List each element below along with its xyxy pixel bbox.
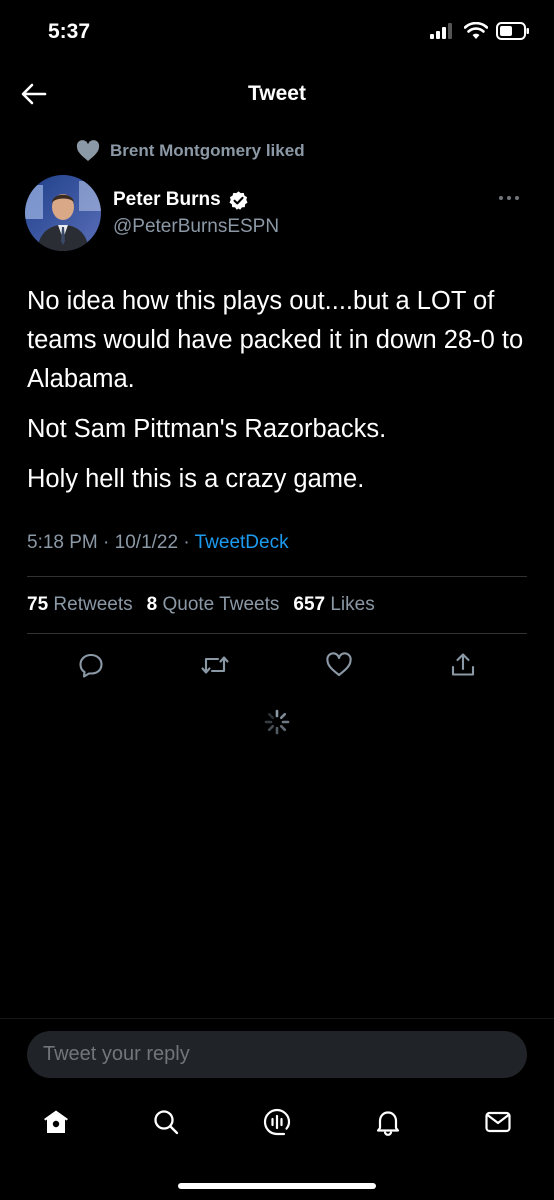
status-icons — [430, 22, 530, 40]
retweets-label: Retweets — [53, 594, 133, 615]
home-icon — [44, 1110, 68, 1133]
author-handle[interactable]: @PeterBurnsESPN — [113, 216, 279, 238]
messages-icon — [485, 1111, 511, 1133]
retweet-icon — [201, 656, 229, 674]
retweet-button[interactable] — [198, 648, 232, 682]
battery-icon — [496, 22, 529, 40]
tweet-text: No idea how this plays out....but a LOT … — [27, 282, 532, 510]
tweet-paragraph: Holy hell this is a crazy game. — [27, 465, 365, 493]
author-name: Peter Burns — [113, 189, 221, 210]
tweet-stats: 75 Retweets 8 Quote Tweets 657 Likes — [27, 594, 375, 616]
divider — [27, 633, 527, 634]
tab-messages[interactable] — [478, 1100, 518, 1144]
reply-icon — [79, 653, 103, 678]
tweet-time: 5:18 PM — [27, 532, 98, 553]
meta-separator: · — [183, 532, 190, 553]
tab-home[interactable] — [36, 1100, 76, 1144]
tweet-date: 10/1/22 — [114, 532, 179, 553]
tweet-actions — [0, 648, 554, 682]
retweets-count: 75 — [27, 594, 49, 615]
more-icon — [499, 196, 519, 200]
verified-icon — [229, 190, 248, 210]
likes-stat[interactable]: 657 Likes — [293, 594, 374, 616]
meta-separator: · — [103, 532, 110, 553]
signal-icon — [430, 23, 452, 39]
share-button[interactable] — [446, 648, 480, 682]
reply-input[interactable] — [27, 1031, 527, 1078]
like-button[interactable] — [322, 648, 356, 682]
notifications-icon — [376, 1111, 400, 1136]
loading-spinner-icon — [264, 709, 290, 735]
like-icon — [326, 652, 352, 677]
divider — [0, 1018, 554, 1019]
tweet-paragraph: No idea how this plays out....but a LOT … — [27, 287, 524, 393]
likes-label: Likes — [330, 594, 375, 615]
search-icon — [154, 1110, 179, 1135]
tab-spaces[interactable] — [257, 1100, 297, 1144]
status-time: 5:37 — [48, 20, 91, 43]
more-options-button[interactable] — [494, 189, 524, 207]
avatar-image — [25, 175, 101, 251]
spaces-icon — [263, 1108, 291, 1136]
quotes-label: Quote Tweets — [162, 594, 280, 615]
tweet-paragraph: Not Sam Pittman's Razorbacks. — [27, 415, 387, 443]
home-indicator — [178, 1183, 376, 1189]
social-context-text: Brent Montgomery liked — [110, 141, 305, 160]
tab-search[interactable] — [146, 1100, 186, 1144]
bottom-tab-bar — [0, 1100, 554, 1144]
retweets-stat[interactable]: 75 Retweets — [27, 594, 133, 616]
quote-tweets-stat[interactable]: 8 Quote Tweets — [147, 594, 280, 616]
tweet-author: Peter Burns @PeterBurnsESPN — [25, 175, 530, 255]
author-name-row[interactable]: Peter Burns — [113, 189, 249, 211]
tweet-source-link[interactable]: TweetDeck — [195, 532, 289, 553]
divider — [27, 576, 527, 577]
share-icon — [451, 653, 475, 676]
quotes-count: 8 — [146, 594, 158, 615]
status-bar: 5:37 — [0, 0, 554, 62]
heart-icon — [76, 140, 100, 161]
page-title: Tweet — [248, 82, 306, 105]
likes-count: 657 — [293, 594, 326, 615]
tweet-meta: 5:18 PM · 10/1/22 · TweetDeck — [27, 532, 289, 554]
social-context[interactable]: Brent Montgomery liked — [76, 140, 305, 162]
reply-button[interactable] — [74, 648, 108, 682]
wifi-icon — [464, 22, 488, 39]
tab-notifications[interactable] — [368, 1100, 408, 1144]
top-nav: Tweet — [0, 62, 554, 124]
avatar[interactable] — [25, 175, 101, 251]
